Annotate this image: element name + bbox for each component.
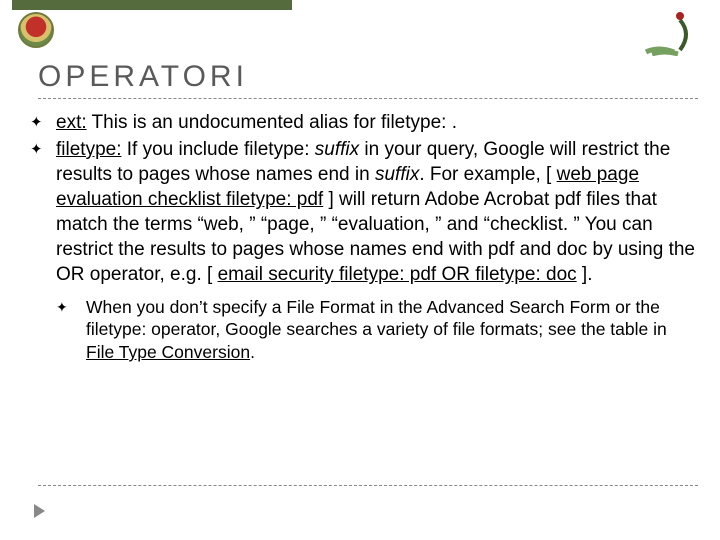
bullet-marker-icon: ✦ [30, 137, 56, 287]
sub-bullet-item: ✦ When you don’t specify a File Format i… [56, 296, 698, 364]
brand-logo-icon [640, 8, 700, 56]
operator-label: filetype: [56, 139, 121, 160]
italic-text: suffix [315, 139, 359, 160]
university-seal-icon [18, 12, 54, 48]
bullet-text: filetype: If you include filetype: suffi… [56, 137, 698, 287]
text: When you don’t specify a File Format in … [86, 297, 667, 340]
text: This is an undocumented alias for filety… [87, 112, 457, 133]
italic-text: suffix [375, 164, 419, 185]
sub-bullet-text: When you don’t specify a File Format in … [86, 296, 698, 364]
content-area: ✦ ext: This is an undocumented alias for… [30, 110, 698, 364]
slide-title: OPERATORI [38, 60, 248, 94]
bullet-item: ✦ filetype: If you include filetype: suf… [30, 137, 698, 287]
bullet-marker-icon: ✦ [30, 110, 56, 135]
bullet-item: ✦ ext: This is an undocumented alias for… [30, 110, 698, 135]
divider [38, 485, 698, 486]
accent-bar [12, 0, 292, 10]
operator-label: ext: [56, 112, 87, 133]
text: ]. [577, 264, 593, 285]
text: . [250, 342, 255, 362]
bullet-text: ext: This is an undocumented alias for f… [56, 110, 698, 135]
next-arrow-icon[interactable] [34, 504, 45, 518]
doc-link[interactable]: File Type Conversion [86, 342, 250, 362]
example-link[interactable]: email security filetype: pdf OR filetype… [218, 264, 577, 285]
text: If you include filetype: [121, 139, 314, 160]
text: . For example, [ [419, 164, 556, 185]
bullet-marker-icon: ✦ [56, 296, 86, 364]
divider [38, 98, 698, 99]
